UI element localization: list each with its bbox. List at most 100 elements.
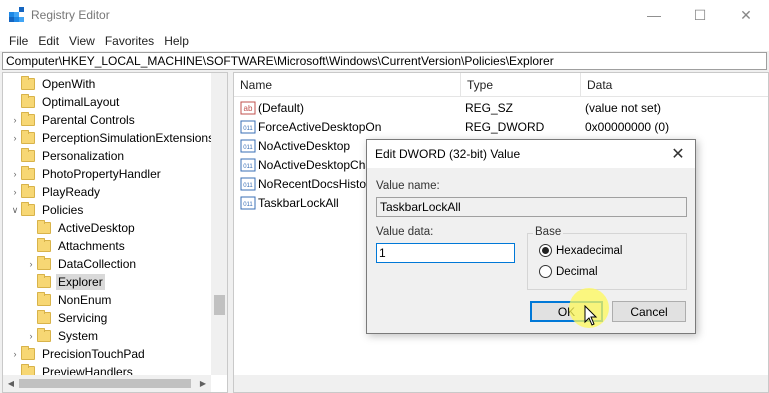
svg-text:011: 011 [243,183,253,189]
close-button[interactable]: ✕ [723,0,769,30]
list-row[interactable]: 011 ForceActiveDesktopOn REG_DWORD 0x000000… [234,117,765,136]
dword-value-icon: 011 [240,177,256,190]
tree-item-label: OptimalLayout [42,95,120,109]
tree-item[interactable]: Explorer [25,273,105,291]
column-header-type[interactable]: Type [461,73,581,97]
radio-decimal[interactable]: Decimal [539,265,598,278]
list-row[interactable]: ab (Default) REG_SZ (value not set) [234,98,765,117]
maximize-icon: ☐ [693,6,707,23]
tree-item-label: PrecisionTouchPad [42,347,145,361]
dword-value-icon: 011 [240,120,256,133]
folder-icon [21,202,35,216]
menu-help[interactable]: Help [159,34,194,48]
menu-file[interactable]: File [4,34,33,48]
tree-item-label: Servicing [58,311,108,325]
radio-decimal-dot[interactable] [539,265,552,278]
tree-hscroll-thumb[interactable] [19,379,191,388]
tree-item-label: System [58,329,99,343]
folder-icon [37,220,51,234]
column-header-name[interactable]: Name [234,73,461,97]
tree-item-label: Attachments [58,239,125,253]
chevron-right-icon[interactable]: › [9,183,21,201]
svg-text:011: 011 [243,126,253,132]
tree-item[interactable]: NonEnum [25,291,113,309]
chevron-right-icon[interactable]: › [25,255,37,273]
tree-item[interactable]: › PrecisionTouchPad [9,345,147,363]
tree-item-label: ActiveDesktop [58,221,135,235]
value-name-cell: ForceActiveDesktopOn [258,119,382,134]
tree-item-label: Policies [42,203,84,217]
chevron-right-icon[interactable]: › [25,327,37,345]
tree-item[interactable]: › PlayReady [9,183,102,201]
value-name-label: Value name: [376,180,440,192]
dialog-close-button[interactable]: ✕ [661,140,695,168]
menu-favorites[interactable]: Favorites [100,34,159,48]
tree-item-label: Personalization [42,149,125,163]
dialog-title-bar: Edit DWORD (32-bit) Value ✕ [367,140,695,168]
tree-item-label: PhotoPropertyHandler [42,167,161,181]
folder-icon [37,310,51,324]
address-bar[interactable]: Computer\HKEY_LOCAL_MACHINE\SOFTWARE\Mic… [2,52,767,70]
chevron-right-icon[interactable]: › [9,111,21,129]
chevron-down-icon[interactable]: ∨ [9,201,21,219]
list-horizontal-scrollbar[interactable] [234,375,768,392]
radio-hexadecimal[interactable]: Hexadecimal [539,244,622,257]
tree-item[interactable]: Attachments [25,237,127,255]
string-value-icon: ab [240,101,256,114]
tree-item[interactable]: › System [25,327,100,345]
menu-edit[interactable]: Edit [33,34,64,48]
radio-hexadecimal-dot[interactable] [539,244,552,257]
folder-icon [21,148,35,162]
tree-item[interactable]: Servicing [25,309,109,327]
tree-item[interactable]: › PhotoPropertyHandler [9,165,163,183]
cancel-button[interactable]: Cancel [612,301,686,322]
folder-icon [37,238,51,252]
close-icon: ✕ [740,6,752,23]
folder-icon [37,328,51,342]
folder-icon [21,346,35,360]
tree-vscroll-thumb[interactable] [214,295,225,315]
folder-icon [37,292,51,306]
minimize-button[interactable]: — [631,0,677,30]
window-title: Registry Editor [31,8,110,22]
svg-text:011: 011 [243,145,253,151]
svg-text:011: 011 [243,202,253,208]
chevron-right-icon[interactable]: › [9,129,21,147]
svg-text:ab: ab [244,104,253,113]
registry-editor-icon [9,7,24,22]
tree-item[interactable]: › PerceptionSimulationExtensions [9,129,216,147]
value-data-cell: 0x00000000 (0) [585,119,670,134]
dword-value-icon: 011 [240,139,256,152]
chevron-right-icon[interactable]: › [9,165,21,183]
maximize-button[interactable]: ☐ [677,0,723,30]
value-name-cell: (Default) [258,100,305,115]
tree-item-label: PerceptionSimulationExtensions [42,131,215,145]
tree-item-label: PlayReady [42,185,101,199]
folder-icon [37,256,51,270]
folder-icon [21,112,35,126]
tree-item[interactable]: OpenWith [9,75,97,93]
tree-item-label: DataCollection [58,257,137,271]
tree-item[interactable]: › Parental Controls [9,111,137,129]
key-tree[interactable]: OpenWith OptimalLayout › Parental Controls ›… [2,72,228,393]
menu-bar: File Edit View Favorites Help [0,30,769,51]
dword-value-icon: 011 [240,158,256,171]
value-type-cell: REG_SZ [465,100,514,115]
base-label: Base [533,226,564,238]
tree-horizontal-scrollbar[interactable]: ◀ ▶ [3,375,211,392]
tree-item[interactable]: OptimalLayout [9,93,121,111]
chevron-right-icon[interactable]: › [9,345,21,363]
column-header-data[interactable]: Data [581,73,768,97]
tree-vertical-scrollbar[interactable] [211,73,227,375]
tree-item[interactable]: ActiveDesktop [25,219,137,237]
minimize-icon: — [647,7,661,23]
value-data-input[interactable] [376,243,515,263]
tree-item[interactable]: › DataCollection [25,255,138,273]
scroll-left-icon[interactable]: ◀ [3,375,19,391]
tree-item[interactable]: ∨ Policies [9,201,85,219]
scroll-right-icon[interactable]: ▶ [195,375,211,391]
menu-view[interactable]: View [64,34,100,48]
tree-item[interactable]: Personalization [9,147,126,165]
